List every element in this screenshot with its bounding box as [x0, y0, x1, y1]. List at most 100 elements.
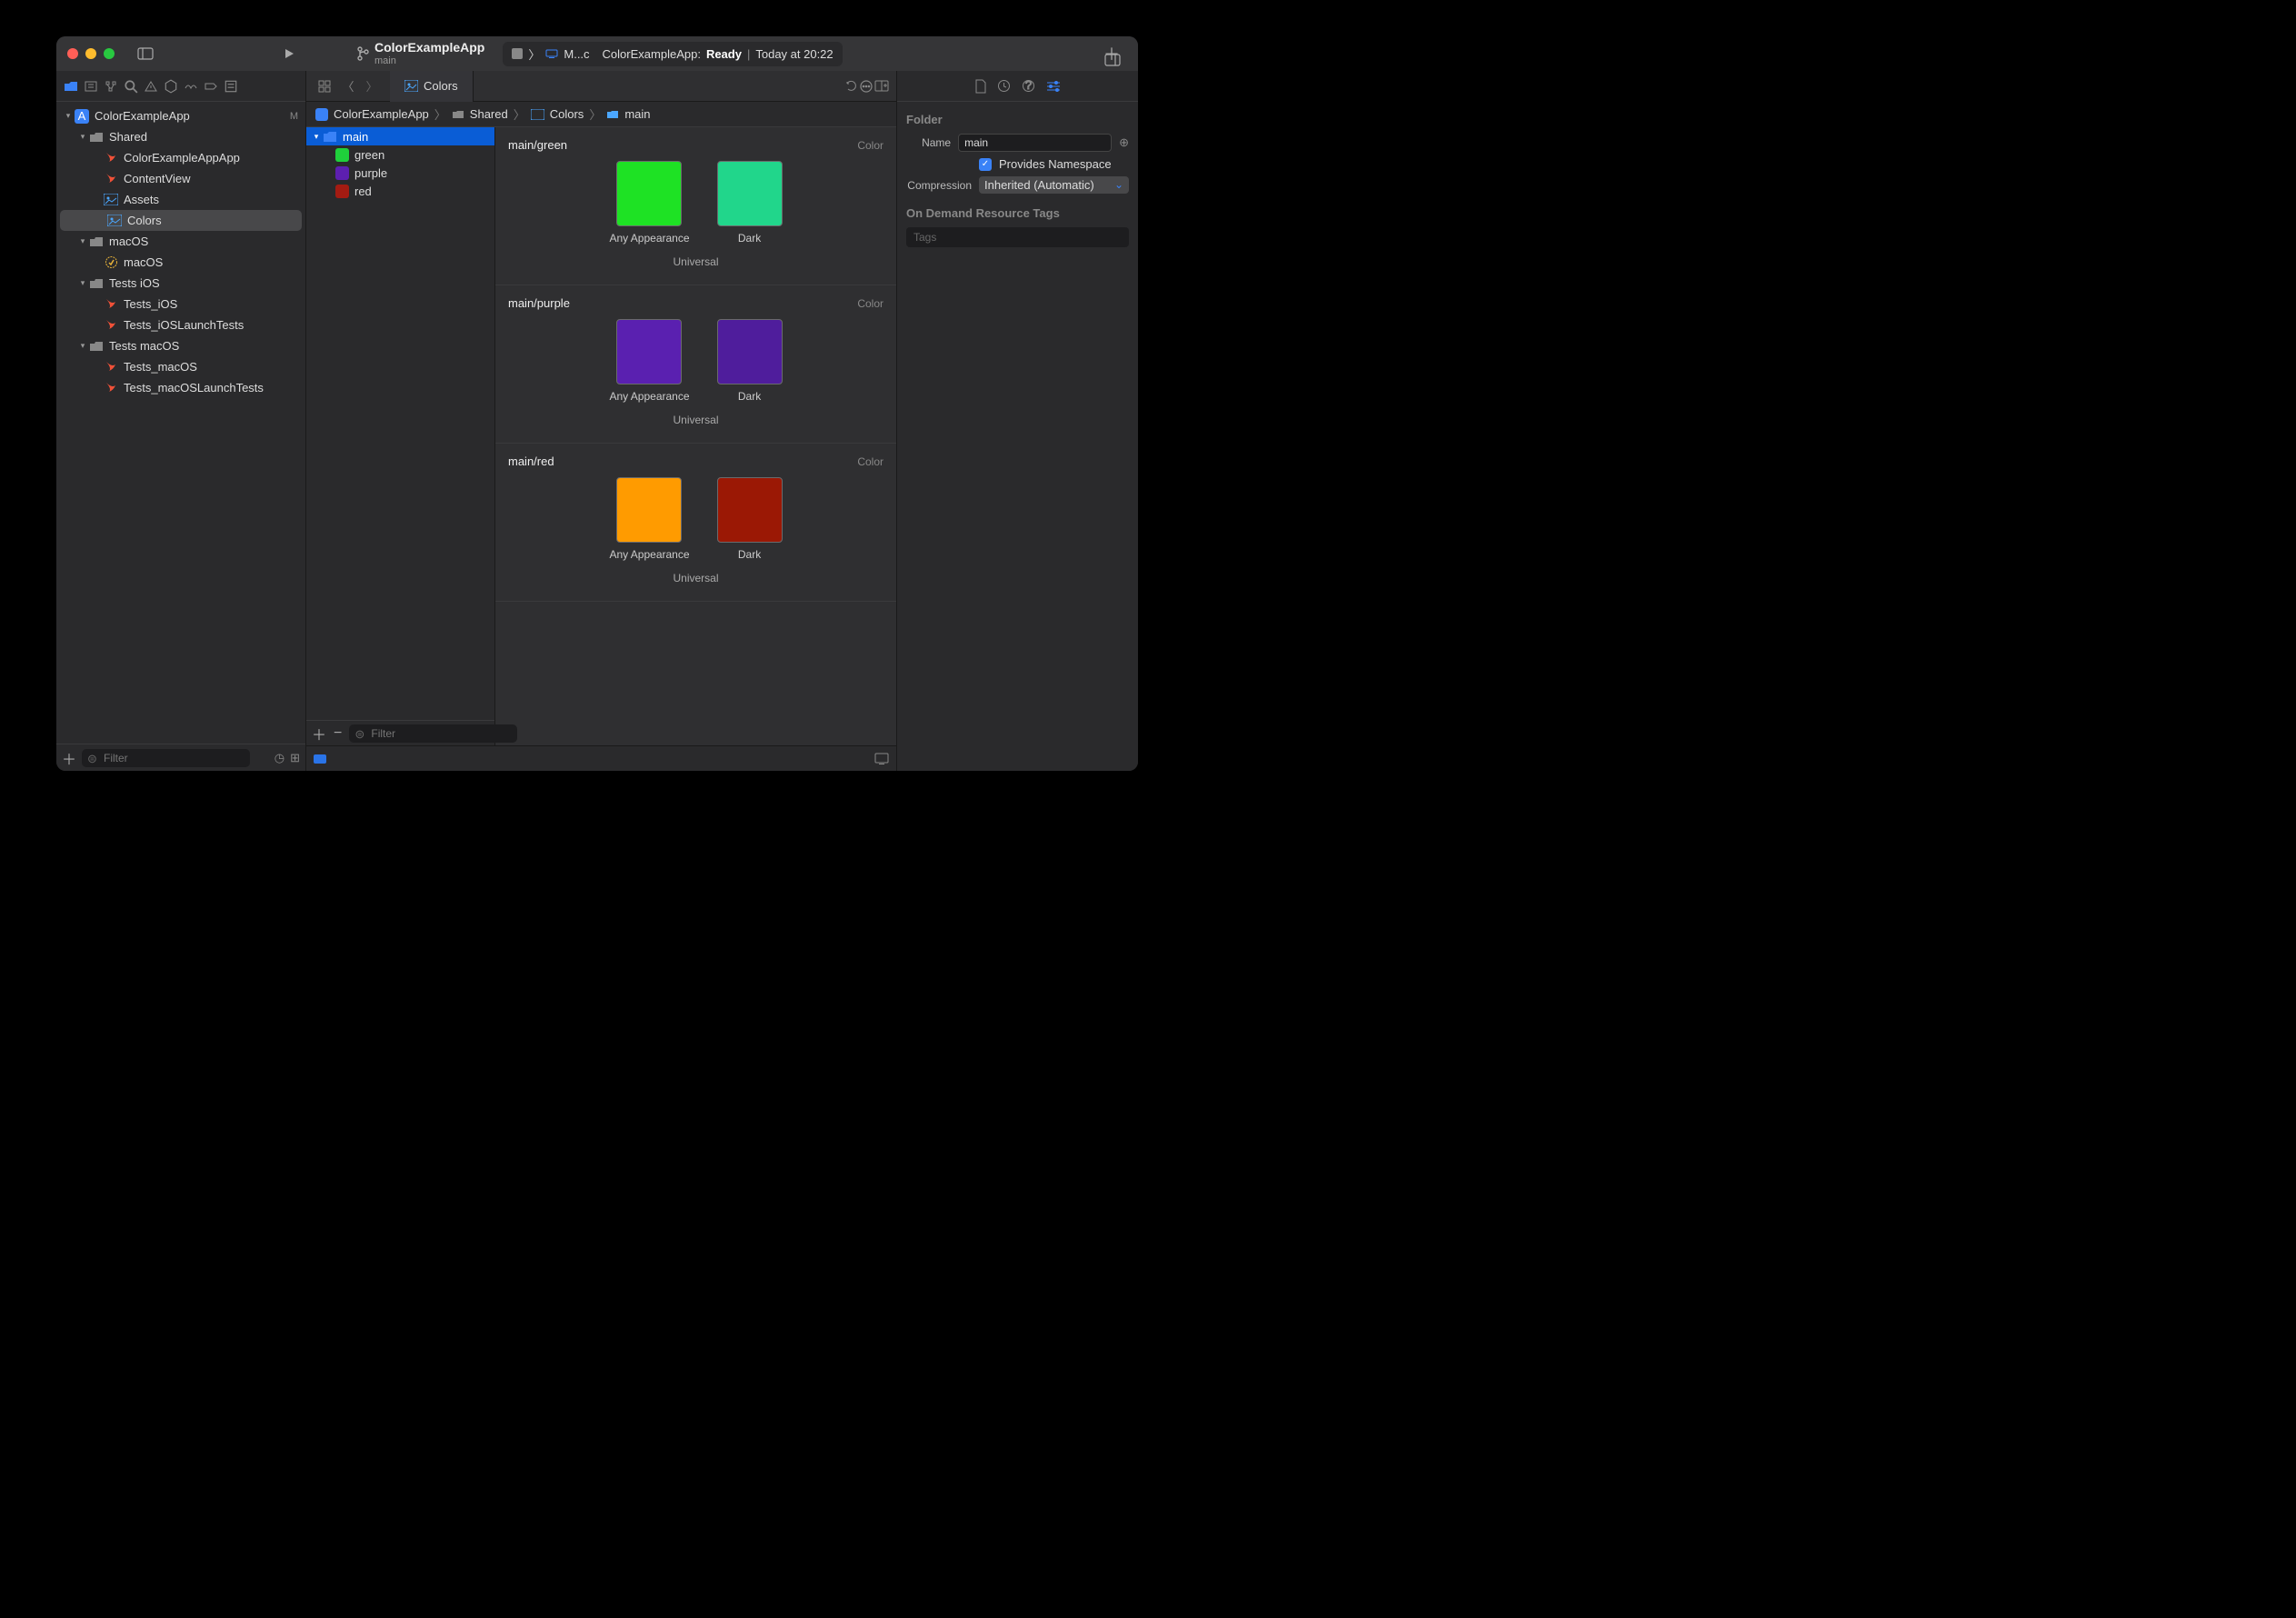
- project-name: ColorExampleApp: [95, 109, 190, 123]
- outline-footer: ＋ − ⊜: [306, 720, 494, 745]
- device-icon: [545, 49, 558, 58]
- help-inspector-icon[interactable]: ?: [1022, 79, 1035, 93]
- folder-icon: [89, 277, 104, 289]
- nav-filter-input[interactable]: [82, 749, 250, 767]
- asset-group: main/purpleColor Any Appearance Dark Uni…: [495, 285, 896, 444]
- file-inspector-icon[interactable]: [974, 79, 986, 94]
- outline-filter-input[interactable]: [349, 724, 517, 743]
- editor-tab[interactable]: Colors: [390, 71, 474, 102]
- color-swatch-any[interactable]: [616, 477, 682, 543]
- svg-text:A: A: [78, 109, 86, 123]
- asset-title: main/red: [508, 454, 554, 468]
- color-chip: [335, 185, 349, 198]
- color-swatch-dark[interactable]: [717, 319, 783, 385]
- outline-item[interactable]: red: [306, 182, 494, 200]
- name-label: Name: [906, 136, 951, 149]
- scheme-icon: [512, 48, 523, 59]
- nav-back-icon[interactable]: 〈: [337, 75, 359, 97]
- asset-type: Color: [857, 139, 883, 152]
- find-nav-icon[interactable]: [124, 79, 138, 94]
- color-swatch-dark[interactable]: [717, 161, 783, 226]
- source-control-nav-icon[interactable]: [84, 79, 98, 94]
- test-nav-icon[interactable]: [164, 79, 178, 94]
- clear-icon[interactable]: ⊕: [1119, 135, 1129, 150]
- minimize-window[interactable]: [85, 48, 96, 59]
- tree-item[interactable]: Tests_macOS: [56, 356, 305, 377]
- history-inspector-icon[interactable]: [997, 79, 1011, 93]
- inspector-tabs: ?: [897, 71, 1138, 102]
- symbol-nav-icon[interactable]: [104, 79, 118, 94]
- branch-indicator[interactable]: ColorExampleApp main: [356, 41, 484, 65]
- asset-canvas: main/greenColor Any Appearance Dark Univ…: [495, 127, 896, 745]
- report-nav-icon[interactable]: [224, 79, 238, 94]
- add-file-button[interactable]: ＋: [62, 747, 76, 769]
- nav-forward-icon[interactable]: 〉: [361, 75, 383, 97]
- tree-item[interactable]: ColorExampleAppApp: [56, 147, 305, 168]
- navigator-tabs: [56, 71, 305, 102]
- name-field[interactable]: [958, 134, 1112, 152]
- scm-filter-icon[interactable]: ⊞: [290, 751, 300, 765]
- navigator: ▾ A ColorExampleApp M ▾SharedColorExampl…: [56, 71, 306, 771]
- debug-nav-icon[interactable]: [184, 79, 198, 94]
- tag-indicator[interactable]: [314, 754, 326, 764]
- activity-status[interactable]: 〉 M...c ColorExampleApp: Ready | Today a…: [503, 42, 842, 66]
- breadcrumb[interactable]: ColorExampleApp〉 Shared〉 Colors〉 main: [306, 102, 896, 127]
- tree-item[interactable]: ▾Shared: [56, 126, 305, 147]
- outline-item[interactable]: green: [306, 145, 494, 164]
- tags-field[interactable]: Tags: [906, 227, 1129, 247]
- remove-asset-button[interactable]: −: [334, 725, 342, 742]
- run-button[interactable]: [276, 41, 302, 66]
- nav-footer: ＋ ⊜ ◷ ⊞: [56, 744, 305, 771]
- outline-item[interactable]: purple: [306, 164, 494, 182]
- inspector-toggle-icon[interactable]: [1100, 47, 1125, 73]
- tree-item[interactable]: Tests_iOSLaunchTests: [56, 315, 305, 335]
- asset-type: Color: [857, 297, 883, 310]
- editor-options-icon[interactable]: [860, 80, 873, 93]
- swatch-label: Dark: [738, 390, 761, 403]
- issue-nav-icon[interactable]: [144, 79, 158, 94]
- editor-tabbar: 〈 〉 Colors: [306, 71, 896, 102]
- branch-sub: main: [374, 55, 484, 66]
- recent-icon[interactable]: ◷: [275, 751, 285, 765]
- tree-item[interactable]: Tests_macOSLaunchTests: [56, 377, 305, 398]
- refresh-icon[interactable]: [845, 80, 858, 93]
- tree-item[interactable]: ContentView: [56, 168, 305, 189]
- assets-icon: [531, 109, 544, 120]
- tree-item[interactable]: Tests_iOS: [56, 294, 305, 315]
- traffic-lights: [67, 48, 115, 59]
- close-window[interactable]: [67, 48, 78, 59]
- sidebar-toggle-icon[interactable]: [133, 41, 158, 66]
- breakpoint-nav-icon[interactable]: [204, 79, 218, 94]
- inspector: ? Folder Name ⊕ ✓ Provides Namespace Com…: [897, 71, 1138, 771]
- branch-name: ColorExampleApp: [374, 41, 484, 55]
- assets-icon: [104, 194, 118, 205]
- xcode-window: ColorExampleApp main 〉 M...c ColorExampl…: [56, 36, 1138, 771]
- tree-item[interactable]: ▾Tests macOS: [56, 335, 305, 356]
- tree-item[interactable]: Colors: [60, 210, 302, 231]
- compression-select[interactable]: Inherited (Automatic): [979, 176, 1129, 194]
- zoom-window[interactable]: [104, 48, 115, 59]
- namespace-checkbox[interactable]: ✓: [979, 158, 992, 171]
- project-root[interactable]: ▾ A ColorExampleApp M: [56, 105, 305, 126]
- asset-title: main/purple: [508, 296, 570, 310]
- project-nav-icon[interactable]: [64, 79, 78, 94]
- tree-item[interactable]: ▾Tests iOS: [56, 273, 305, 294]
- device-selector-icon[interactable]: [874, 753, 889, 764]
- scm-status: M: [290, 111, 298, 122]
- color-swatch-dark[interactable]: [717, 477, 783, 543]
- titlebar: ColorExampleApp main 〉 M...c ColorExampl…: [56, 36, 1138, 71]
- add-editor-icon[interactable]: [874, 80, 889, 93]
- universal-label: Universal: [508, 572, 883, 584]
- swift-icon: [104, 318, 118, 332]
- outline-folder[interactable]: ▾ main: [306, 127, 494, 145]
- folder-icon: [606, 109, 619, 120]
- color-swatch-any[interactable]: [616, 161, 682, 226]
- tree-item[interactable]: macOS: [56, 252, 305, 273]
- tab-label: Colors: [424, 79, 458, 93]
- tree-item[interactable]: Assets: [56, 189, 305, 210]
- add-asset-button[interactable]: ＋: [312, 723, 326, 744]
- attributes-inspector-icon[interactable]: [1046, 80, 1061, 93]
- related-items-icon[interactable]: [314, 75, 335, 97]
- tree-item[interactable]: ▾macOS: [56, 231, 305, 252]
- color-swatch-any[interactable]: [616, 319, 682, 385]
